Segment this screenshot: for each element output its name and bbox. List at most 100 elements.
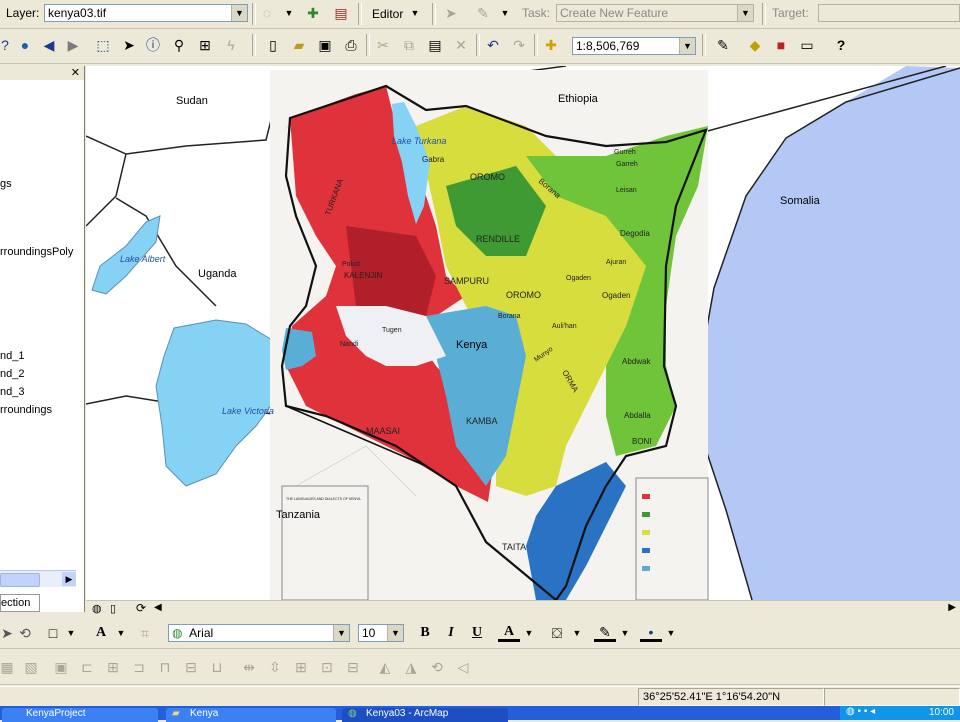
attributes-icon[interactable]: ▤ [330,2,352,24]
data-view-icon[interactable]: ◍ [92,602,102,615]
align-top-icon[interactable]: ⊓ [154,656,176,678]
copy-icon[interactable]: ⧉ [398,34,420,56]
scan-label-ogaden: Ogaden [602,291,630,300]
toc-layer-item[interactable]: nd_2 [0,368,24,380]
target-select[interactable] [818,4,960,22]
underline-button[interactable]: U [466,622,488,644]
pencil-icon[interactable]: ✎ [472,2,494,24]
command-line-icon[interactable]: ▭ [796,34,818,56]
select-features-icon[interactable]: ⬚ [92,34,114,56]
make-same-size-icon[interactable]: ⊞ [290,656,312,678]
chevron-down-icon[interactable]: ▼ [231,5,247,21]
scroll-right-icon[interactable]: ▶ [62,572,76,586]
select-elements-icon[interactable]: ➤ [118,34,140,56]
chevron-down-icon[interactable]: ▼ [494,2,516,24]
toc-layer-item[interactable]: nd_3 [0,386,24,398]
group-icon[interactable]: ▦ [0,656,18,678]
whats-this-help-icon[interactable]: ? [830,34,852,56]
close-icon[interactable]: ✕ [71,66,80,79]
undo-icon[interactable]: ↶ [482,34,504,56]
make-same-width-icon[interactable]: ⊡ [316,656,338,678]
toc-tab-selection[interactable]: ection [0,594,40,612]
chevron-down-icon[interactable]: ▼ [737,5,753,21]
toc-layer-item[interactable]: gs [0,178,12,190]
font-name-select[interactable]: ◍ Arial ▼ [168,624,350,642]
print-icon[interactable]: ⎙ [340,34,362,56]
rotate-icon[interactable]: ⟲ [14,622,36,644]
fill-color-icon[interactable]: ⛋ [546,622,568,644]
delete-icon[interactable]: ✕ [450,34,472,56]
redo-icon[interactable]: ↷ [508,34,530,56]
chevron-down-icon[interactable]: ▼ [278,2,300,24]
font-size-select[interactable]: 10 ▼ [358,624,404,642]
italic-button[interactable]: I [440,622,462,644]
new-document-icon[interactable]: ▯ [262,34,284,56]
identify-icon[interactable]: ⓘ [142,34,164,56]
globe-icon[interactable]: ● [14,34,36,56]
edit-vertices-icon[interactable]: ⌗ [134,622,156,644]
chevron-down-icon[interactable]: ▼ [404,2,426,24]
chevron-down-icon[interactable]: ▼ [518,622,540,644]
editor-menu[interactable]: Editor [372,7,403,21]
distribute-horizontally-icon[interactable]: ⇹ [238,656,260,678]
editor-toolbar-icon[interactable]: ✎ [712,34,734,56]
arccatalog-icon[interactable]: ◆ [744,34,766,56]
task-select[interactable]: Create New Feature ▼ [556,4,754,22]
forward-arrow-icon[interactable]: ▶ [62,34,84,56]
toc-layer-item[interactable]: nd_1 [0,350,24,362]
map-display[interactable]: Sudan Ethiopia Somalia Uganda Tanzania K… [86,66,960,600]
add-data-icon[interactable]: ✚ [540,34,562,56]
save-icon[interactable]: ▣ [314,34,336,56]
scroll-left-icon[interactable]: ◀ [154,602,162,613]
chevron-down-icon[interactable]: ▼ [614,622,636,644]
chevron-down-icon[interactable]: ▼ [60,622,82,644]
bring-to-front-icon[interactable]: ▣ [50,656,72,678]
flip-horizontal-icon[interactable]: ◭ [374,656,396,678]
font-color-button[interactable]: A [498,621,520,642]
find-binoculars-icon[interactable]: ⚲ [168,34,190,56]
chevron-down-icon[interactable]: ▼ [679,38,695,54]
align-middle-icon[interactable]: ⊟ [180,656,202,678]
arctoolbox-icon[interactable]: ■ [770,34,792,56]
chevron-down-icon[interactable]: ▼ [333,625,349,641]
cut-icon[interactable]: ✂ [372,34,394,56]
chevron-down-icon[interactable]: ▼ [387,625,403,641]
marker-color-icon[interactable]: • [640,621,662,642]
rotate-left-icon[interactable]: ⟲ [426,656,448,678]
distribute-vertically-icon[interactable]: ⇳ [264,656,286,678]
open-folder-icon[interactable]: ▰ [288,34,310,56]
bold-button[interactable]: B [414,622,436,644]
sketch-tool-icon[interactable]: ✚ [302,2,324,24]
align-right-icon[interactable]: ⊐ [128,656,150,678]
scroll-right-icon[interactable]: ▶ [948,602,956,613]
toc-layer-item[interactable]: rroundings [0,404,52,416]
chevron-down-icon[interactable]: ▼ [566,622,588,644]
map-scale-select[interactable]: 1:8,506,769 ▼ [572,37,696,55]
ungroup-icon[interactable]: ▧ [20,656,42,678]
toolbar-separator [432,3,436,25]
hyperlink-icon[interactable]: ϟ [220,34,242,56]
flip-vertical-icon[interactable]: ◮ [400,656,422,678]
make-same-height-icon[interactable]: ⊟ [342,656,364,678]
line-color-icon[interactable]: ✎ [594,621,616,642]
align-center-icon[interactable]: ⊞ [102,656,124,678]
align-left-icon[interactable]: ⊏ [76,656,98,678]
refresh-icon[interactable]: ⟳ [136,601,146,615]
measure-icon[interactable]: ⊞ [194,34,216,56]
toc-horizontal-scrollbar[interactable]: ▶ [0,570,76,587]
scan-label-ajuran: Ajuran [606,259,626,266]
toc-layer-item[interactable]: rroundingsPoly [0,246,73,258]
new-text-icon[interactable]: A [90,622,112,644]
chevron-down-icon[interactable]: ▼ [660,622,682,644]
back-arrow-icon[interactable]: ◀ [38,34,60,56]
rotate-right-icon[interactable]: ◁ [452,656,474,678]
chevron-down-icon[interactable]: ▼ [110,622,132,644]
rotate-icon[interactable]: ◌ [256,2,278,24]
edit-pointer-icon[interactable]: ➤ [440,2,462,24]
align-bottom-icon[interactable]: ⊔ [206,656,228,678]
scrollbar-thumb[interactable] [0,573,40,587]
paste-icon[interactable]: ▤ [424,34,446,56]
map-canvas[interactable]: Sudan Ethiopia Somalia Uganda Tanzania K… [86,66,960,600]
layout-view-icon[interactable]: ▯ [110,602,116,615]
layer-select[interactable]: kenya03.tif ▼ [44,4,248,22]
